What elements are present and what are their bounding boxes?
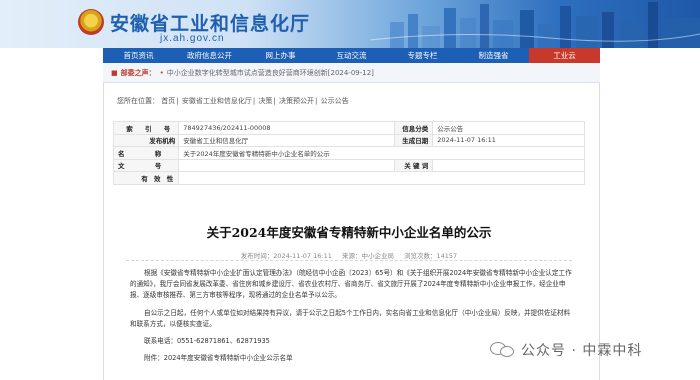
table-row: 名 称 关于2024年度安徽省专精特新中小企业名单的公示 — [112, 146, 585, 160]
site-title[interactable]: 安徽省工业和信息化厅 — [110, 9, 310, 36]
breadcrumb: 您所在位置： 首页| 安徽省工业和信息化厅| 决策| 决策预公开| 公示公告 — [117, 97, 349, 105]
ticker-link[interactable]: 中小企业数字化转型城市试点营造良好营商环境创新[2024-09-12] — [167, 68, 374, 78]
ticker-label: 部委之声： — [120, 68, 156, 77]
article-info: 发布时间：2024-11-07 16:11 来源：中小企业局 浏览次数：1415… — [113, 250, 585, 260]
meta-label: 文 号 — [112, 158, 180, 172]
nav-item[interactable]: 工业云 — [529, 48, 600, 63]
meta-label: 名 称 — [112, 146, 180, 160]
article-source: 来源：中小企业局 — [341, 252, 394, 260]
site-banner: 安徽省工业和信息化厅 jx.ah.gov.cn — [0, 0, 700, 48]
meta-value: 784927436/202411-00008 — [178, 121, 396, 135]
meta-label: 生成日期 — [394, 133, 434, 147]
nav-item[interactable]: 政府信息公开 — [174, 48, 245, 63]
table-row: 索 引 号 784927436/202411-00008 信息分类 公示公告 — [112, 121, 585, 135]
divider — [126, 260, 572, 261]
article-paragraph: 自公示之日起，任何个人或单位如对结果持有异议，请于公示之日起5个工作日内，实名向… — [130, 308, 571, 328]
article-title: 关于2024年度安徽省专精特新中小企业名单的公示 — [206, 225, 492, 240]
nav-item[interactable]: 互动交流 — [316, 48, 387, 63]
article-paragraph: 根据《安徽省专精特新中小企业扩面认定管理办法》（皖经信中小企函〔2023〕65号… — [130, 269, 572, 300]
meta-value: 安徽省工业和信息化厅 — [178, 133, 396, 147]
bullet-icon: ■ — [111, 68, 118, 77]
national-emblem-icon — [78, 9, 104, 35]
wechat-icon — [490, 340, 516, 360]
main-nav: 首页资讯 政府信息公开 网上办事 互动交流 专题专栏 制造强省 工业云 — [103, 48, 600, 63]
nav-item[interactable]: 制造强省 — [458, 48, 529, 63]
meta-label: 发布机构 — [112, 133, 180, 147]
nav-item[interactable]: 专题专栏 — [387, 48, 458, 63]
meta-value: 公示公告 — [432, 121, 585, 135]
breadcrumb-item[interactable]: 决策 — [258, 97, 272, 105]
breadcrumb-item[interactable]: 公示公告 — [321, 97, 349, 105]
city-skyline-graphic — [370, 2, 700, 48]
view-count: 浏览次数：14157 — [404, 252, 458, 260]
meta-label: 有 效 性 — [112, 171, 180, 185]
meta-value — [178, 158, 396, 172]
meta-value — [178, 171, 585, 185]
breadcrumb-item[interactable]: 安徽省工业和信息化厅 — [182, 97, 252, 105]
news-ticker: ■ 部委之声： • 中小企业数字化转型城市试点营造良好营商环境创新[2024-0… — [103, 63, 600, 83]
breadcrumb-prefix: 您所在位置： — [117, 97, 159, 105]
meta-value: 2024-11-07 16:11 — [432, 133, 585, 147]
meta-label: 索 引 号 — [112, 121, 180, 135]
document-metadata-table: 索 引 号 784927436/202411-00008 信息分类 公示公告 发… — [112, 121, 585, 185]
table-row: 文 号 关 键 词 — [112, 158, 585, 172]
table-row: 发布机构 安徽省工业和信息化厅 生成日期 2024-11-07 16:11 — [112, 133, 585, 147]
site-url: jx.ah.gov.cn — [160, 33, 225, 44]
breadcrumb-item[interactable]: 首页 — [161, 97, 175, 105]
nav-item[interactable]: 网上办事 — [245, 48, 316, 63]
wechat-watermark: 公众号 · 中霖中科 — [490, 340, 642, 360]
meta-label: 关 键 词 — [394, 158, 434, 172]
meta-value: 关于2024年度安徽省专精特新中小企业名单的公示 — [178, 146, 585, 160]
publish-date: 发布时间：2024-11-07 16:11 — [240, 252, 332, 260]
meta-value — [432, 158, 585, 172]
bullet-icon: • — [159, 68, 164, 77]
watermark-text: 公众号 · 中霖中科 — [521, 343, 643, 359]
meta-label: 信息分类 — [394, 121, 434, 135]
breadcrumb-item[interactable]: 决策预公开 — [279, 97, 314, 105]
table-row: 有 效 性 — [112, 171, 585, 185]
nav-item[interactable]: 首页资讯 — [103, 48, 174, 63]
